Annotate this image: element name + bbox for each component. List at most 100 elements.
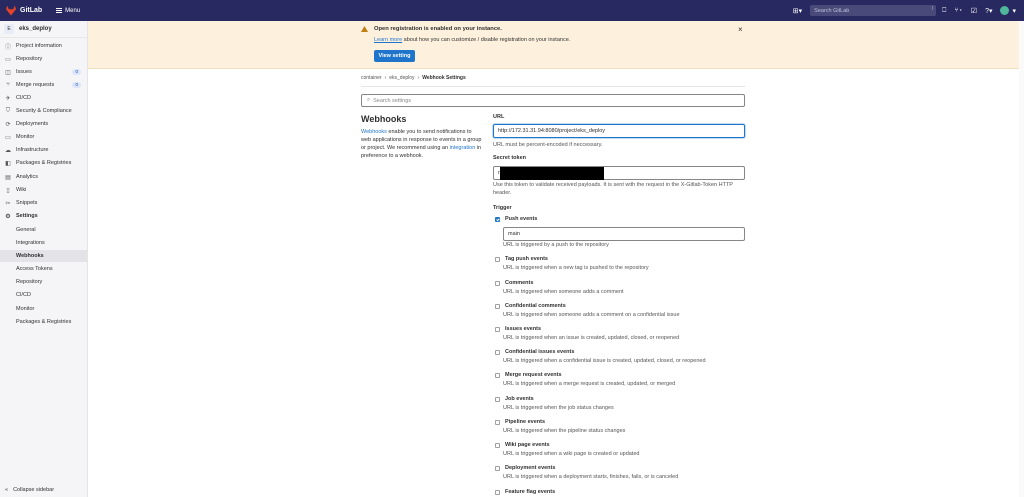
trigger-issues-events[interactable]: Issues events <box>495 326 541 332</box>
sidebar-project[interactable]: E eks_deploy <box>0 21 87 38</box>
branch-filter-input[interactable]: main <box>503 227 745 241</box>
breadcrumb-project[interactable]: eks_deploy <box>389 75 414 81</box>
search-shortcut: / <box>931 6 934 12</box>
checkbox[interactable] <box>495 396 500 402</box>
chevron-down-icon[interactable]: ▾ <box>1012 7 1016 15</box>
trigger-help: URL is triggered when the pipeline statu… <box>503 428 626 434</box>
sidebar-sub-packages[interactable]: Packages & Registries <box>0 316 87 328</box>
trigger-merge-request-events[interactable]: Merge request events <box>495 372 562 378</box>
trigger-help: URL is triggered when the job status cha… <box>503 405 614 411</box>
checkbox[interactable] <box>495 349 500 355</box>
push-events-checkbox[interactable] <box>495 216 500 222</box>
trigger-comments[interactable]: Comments <box>495 280 533 286</box>
sidebar-sub-general[interactable]: General <box>0 224 87 236</box>
tanuki-icon <box>6 5 16 16</box>
branch-value: main <box>508 231 520 237</box>
sidebar-item-analytics[interactable]: ▤ Analytics <box>0 171 87 183</box>
checkbox[interactable] <box>495 303 500 309</box>
sidebar-item-packages[interactable]: ◧ Packages & Registries <box>0 157 87 169</box>
sidebar-item-security[interactable]: ⛉ Security & Compliance <box>0 105 87 117</box>
trigger-feature-flag-events[interactable]: Feature flag events <box>495 489 555 495</box>
trigger-confidential-comments[interactable]: Confidential comments <box>495 303 566 309</box>
collapse-sidebar-button[interactable]: « Collapse sidebar <box>5 487 54 493</box>
trigger-job-events[interactable]: Job events <box>495 396 534 402</box>
sidebar-item-label: Merge requests <box>16 82 55 88</box>
trigger-label-text: Pipeline events <box>505 419 546 425</box>
sidebar-sub-integrations[interactable]: Integrations <box>0 237 87 249</box>
checkbox[interactable] <box>495 280 500 286</box>
checkbox[interactable] <box>495 326 500 332</box>
merge-requests-nav-icon[interactable]: ⑂▾ <box>954 7 962 14</box>
help-icon[interactable]: ?▾ <box>985 7 992 15</box>
url-input[interactable]: http://172.31.31.94:8080/project/eks_dep… <box>493 124 745 138</box>
breadcrumb-group[interactable]: container <box>361 75 382 81</box>
sidebar-sub-ci-cd[interactable]: CI/CD <box>0 289 87 301</box>
user-avatar[interactable] <box>1000 6 1010 15</box>
sidebar-item-issues[interactable]: ◫ Issues 0 <box>0 66 87 78</box>
breadcrumb-separator: › <box>417 75 420 81</box>
trigger-deployment-events[interactable]: Deployment events <box>495 465 555 471</box>
breadcrumb-current[interactable]: Webhook Settings <box>422 75 466 81</box>
issues-count-badge: 0 <box>72 69 81 75</box>
todos-icon[interactable]: ☑ <box>971 7 977 15</box>
close-icon[interactable]: × <box>738 25 743 34</box>
sidebar-sub-access-tokens[interactable]: Access Tokens <box>0 263 87 275</box>
sidebar-item-merge-requests[interactable]: ⑂ Merge requests 0 <box>0 79 87 91</box>
double-chevron-left-icon: « <box>5 487 9 493</box>
sidebar-sub-monitor[interactable]: Monitor <box>0 303 87 315</box>
checkbox[interactable] <box>495 489 500 495</box>
issues-nav-icon[interactable]: ⎕ <box>942 7 946 15</box>
trigger-wiki-page-events[interactable]: Wiki page events <box>495 442 550 448</box>
sidebar-item-label: Issues <box>16 69 32 75</box>
new-item-icon[interactable]: ⊞▾ <box>793 7 802 15</box>
trigger-help: URL is triggered when a new tag is pushe… <box>503 265 649 271</box>
search-settings-input[interactable]: ⌕ Search settings <box>361 94 745 107</box>
page-title: Webhooks <box>361 114 407 124</box>
checkbox[interactable] <box>495 256 500 262</box>
app-name: GitLab <box>20 7 43 14</box>
url-help: URL must be percent-encoded if neccessar… <box>493 142 603 148</box>
trigger-tag-push-events[interactable]: Tag push events <box>495 256 548 262</box>
sidebar-item-label: Project information <box>16 43 62 49</box>
menu-button[interactable]: Menu <box>56 8 80 14</box>
sidebar-item-deployments[interactable]: ⟳ Deployments <box>0 118 87 130</box>
sidebar-item-monitor[interactable]: ▭ Monitor <box>0 131 87 143</box>
sidebar-sub-repository[interactable]: Repository <box>0 276 87 288</box>
search-input[interactable]: Search GitLab / <box>810 5 937 16</box>
info-icon: ⓘ <box>5 44 12 51</box>
gitlab-logo[interactable]: GitLab <box>6 5 43 16</box>
sidebar-sub-webhooks[interactable]: Webhooks <box>0 250 87 262</box>
scissors-icon: ✂ <box>5 200 11 207</box>
menu-label: Menu <box>65 7 81 14</box>
webhooks-doc-link[interactable]: Webhooks <box>361 129 387 135</box>
trigger-pipeline-events[interactable]: Pipeline events <box>495 419 545 425</box>
integration-link[interactable]: integration <box>450 145 476 151</box>
sidebar-item-infrastructure[interactable]: ☁ Infrastructure <box>0 144 87 156</box>
trigger-label-text: Wiki page events <box>505 442 550 448</box>
sidebar-item-repository[interactable]: ▭ Repository <box>0 53 87 65</box>
sidebar-item-project-information[interactable]: ⓘ Project information <box>0 40 87 52</box>
trigger-help: URL is triggered when a deployment start… <box>503 474 679 480</box>
banner-title: Open registration is enabled on your ins… <box>374 26 502 32</box>
sidebar-item-settings[interactable]: ⚙ Settings <box>0 210 87 222</box>
checkbox[interactable] <box>495 442 500 448</box>
learn-more-link[interactable]: Learn more <box>374 37 402 43</box>
gear-icon: ⚙ <box>5 213 11 220</box>
webhooks-description: Webhooks enable you to send notification… <box>361 128 483 160</box>
trigger-confidential-issues-events[interactable]: Confidential issues events <box>495 349 574 355</box>
chart-icon: ▤ <box>5 174 11 181</box>
checkbox[interactable] <box>495 419 500 425</box>
top-navbar: GitLab Menu ⊞▾ Search GitLab / ⎕ ⑂▾ ☑ ?▾… <box>0 0 1024 21</box>
breadcrumb: container › eks_deploy › Webhook Setting… <box>361 75 466 81</box>
checkbox[interactable] <box>495 372 500 378</box>
sidebar-item-wiki[interactable]: ▯ Wiki <box>0 184 87 196</box>
trigger-push-events[interactable]: Push events <box>495 216 537 222</box>
sidebar-item-label: Snippets <box>16 200 38 206</box>
scrollbar[interactable] <box>1019 21 1024 497</box>
view-setting-button[interactable]: View setting <box>374 50 415 62</box>
sidebar-item-snippets[interactable]: ✂ Snippets <box>0 197 87 209</box>
checkbox[interactable] <box>495 465 500 471</box>
sidebar-item-ci-cd[interactable]: ✈ CI/CD <box>0 92 87 104</box>
deploy-icon: ⟳ <box>5 121 11 128</box>
trigger-help: URL is triggered when a merge request is… <box>503 381 676 387</box>
